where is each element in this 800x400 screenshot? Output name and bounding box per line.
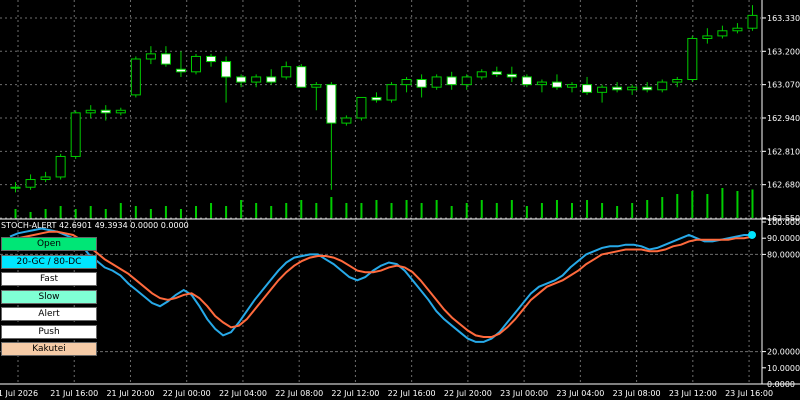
candle-body (175, 68, 186, 73)
volume-bars (14, 188, 754, 218)
chart-canvas: 163.330 163.200 163.070 162.940 162.810 162.6… (0, 0, 800, 398)
indicator-label: STOCH-ALERT 42.6901 49.3934 0.0000 0.000… (1, 221, 189, 230)
oscillator-axis: 100.0000 90.0000 80.0000 20.0000 10.0000 0.00… (762, 218, 800, 389)
candle-body (341, 117, 352, 124)
candle-body (311, 84, 322, 88)
candle-body (687, 37, 698, 81)
price-axis-label: 162.940 (767, 114, 800, 123)
oscillator-axis-label: 10.0000 (767, 364, 800, 373)
time-axis-label: 23 Jul 00:00 (500, 389, 548, 398)
panel-button-kakutei[interactable]: Kakutei (1, 342, 97, 356)
candle-body (657, 81, 668, 91)
candle-body (356, 96, 367, 119)
oscillator-axis-label: 80.0000 (767, 250, 800, 259)
candle-body (266, 76, 277, 83)
panel-button-push[interactable]: Push (1, 324, 97, 339)
candle-body (251, 76, 262, 83)
time-axis-label: 23 Jul 08:00 (613, 389, 661, 398)
candle-body (582, 84, 593, 93)
candle-body (160, 53, 171, 65)
candle-body (190, 55, 202, 73)
candle-body (281, 66, 292, 78)
candle-body (702, 35, 713, 39)
price-axis-label: 163.200 (767, 47, 800, 56)
candle-body (25, 179, 36, 188)
time-axis-label: 23 Jul 12:00 (669, 389, 717, 398)
time-axis-label: 23 Jul 16:00 (725, 389, 773, 398)
panel-button-20-gc-80-dc[interactable]: 20-GC / 80-DC (1, 254, 97, 269)
panel-button-slow[interactable]: Slow (1, 289, 97, 304)
candle-body (612, 86, 623, 91)
candle-body (446, 76, 457, 86)
time-axis-label: 23 Jul 04:00 (556, 389, 604, 398)
candle-body (85, 109, 96, 114)
candle-body (642, 86, 653, 91)
oscillator-axis-label: 20.0000 (767, 348, 800, 357)
oscillator-axis-label: 90.0000 (767, 234, 800, 243)
candle-body (55, 155, 66, 178)
candle-body (536, 81, 547, 86)
candle-body (491, 71, 502, 75)
candle-body (566, 84, 578, 88)
candlestick-series (10, 5, 758, 193)
candle-body (10, 186, 21, 189)
candle-body (236, 76, 247, 83)
candle-body (296, 66, 307, 88)
time-axis-label: 22 Jul 20:00 (444, 389, 492, 398)
panel-button-fast[interactable]: Fast (1, 272, 97, 286)
candle-body (100, 109, 111, 114)
panel-button-alert[interactable]: Alert (1, 307, 97, 321)
time-axis-label: 22 Jul 16:00 (388, 389, 436, 398)
main-line (9, 227, 752, 343)
oscillator-lines (9, 227, 756, 343)
chart-grid (0, 0, 800, 385)
candle-body (506, 73, 517, 78)
candle-body (551, 81, 562, 88)
candle-body (70, 112, 81, 157)
time-axis-label: 22 Jul 04:00 (219, 389, 267, 398)
candle-body (326, 84, 337, 124)
candle-body (145, 53, 156, 60)
candle-body (476, 71, 487, 78)
candle-body (597, 86, 608, 93)
candle-body (672, 79, 683, 83)
candle-body (40, 176, 51, 181)
candle-body (371, 96, 382, 101)
time-axis: 1 Jul 2026 21 Jul 16:00 21 Jul 20:00 22 Jul… (0, 389, 773, 398)
candle-body (401, 79, 412, 86)
time-axis-label: 22 Jul 08:00 (275, 389, 323, 398)
candle-body (521, 76, 532, 86)
time-axis-label: 21 Jul 20:00 (106, 389, 154, 398)
candle-body (717, 30, 728, 37)
oscillator-axis-label: 0.0000 (767, 380, 795, 389)
candle-body (206, 55, 217, 63)
time-axis-label: 1 Jul 2026 (0, 389, 38, 398)
candle-body (221, 61, 232, 78)
candle-body (130, 58, 141, 96)
panel-button-open[interactable]: Open (1, 237, 97, 251)
time-axis-label: 22 Jul 00:00 (163, 389, 211, 398)
candle-body (416, 79, 427, 88)
price-axis-label: 163.070 (767, 81, 800, 90)
oscillator-levels (0, 253, 762, 353)
price-axis-label: 163.330 (767, 14, 800, 23)
candle-body (461, 76, 472, 86)
price-axis: 163.330 163.200 163.070 162.940 162.810 162.6… (762, 14, 800, 223)
candle-body (732, 27, 743, 32)
candle-body (627, 86, 638, 91)
current-value-marker (748, 230, 756, 239)
price-axis-label: 162.680 (767, 181, 800, 190)
signal-line (9, 230, 753, 338)
candle-body (386, 84, 397, 101)
oscillator-axis-label: 100.0000 (767, 218, 800, 227)
candle-body (431, 76, 442, 88)
candle-body (115, 109, 126, 114)
candle-body (747, 14, 758, 29)
price-axis-label: 162.810 (767, 147, 800, 156)
time-axis-label: 21 Jul 16:00 (50, 389, 98, 398)
time-axis-label: 22 Jul 12:00 (331, 389, 379, 398)
